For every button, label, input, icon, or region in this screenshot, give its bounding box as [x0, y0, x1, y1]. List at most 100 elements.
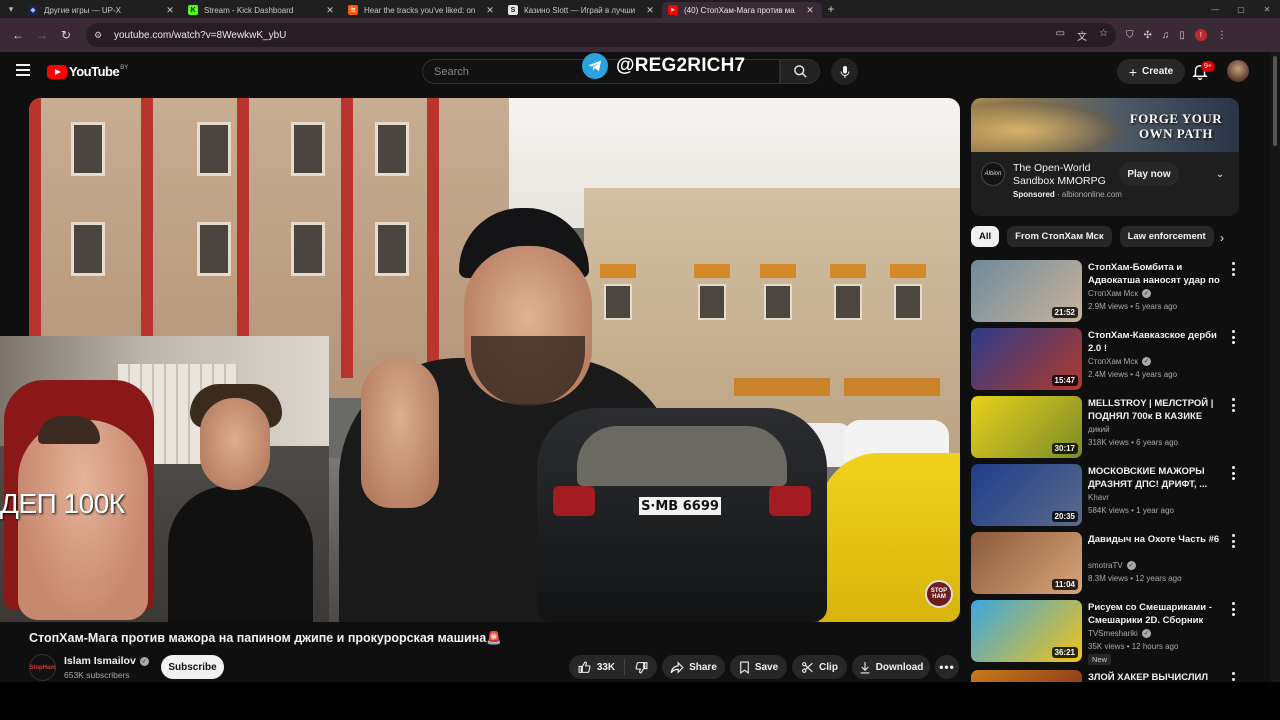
back-button[interactable]: ←	[6, 23, 30, 47]
browser-tab-active[interactable]: ▶ (40) СтопХам-Мага против ма ✕	[662, 2, 822, 18]
youtube-logo[interactable]: YouTube BY	[47, 64, 128, 79]
chevron-down-icon[interactable]: ⌄	[1212, 166, 1228, 182]
more-vertical-icon[interactable]	[1229, 672, 1237, 682]
profile-icon[interactable]: !	[1194, 29, 1207, 41]
recommended-video[interactable]: 15:47 СтопХам-Кавказское дерби 2.0 ! СтопХ…	[971, 328, 1239, 390]
video-duration: 36:21	[1051, 647, 1078, 658]
tab-close-icon[interactable]: ✕	[644, 5, 656, 16]
tab-close-icon[interactable]: ✕	[324, 5, 336, 16]
video-title[interactable]: Рисуем со Смешариками - Смешарики 2D. Сб…	[1088, 601, 1223, 627]
browser-tab[interactable]: K Stream - Kick Dashboard ✕	[182, 2, 342, 18]
ad-sponsored-line: Sponsored · albiononline.com	[1013, 190, 1122, 199]
more-vertical-icon[interactable]	[1229, 398, 1237, 412]
video-title[interactable]: Давидыч на Охоте Часть #6	[1088, 533, 1223, 546]
more-vertical-icon[interactable]	[1229, 330, 1237, 344]
browser-menu-icon[interactable]: ⋮	[1217, 30, 1227, 41]
media-icon[interactable]: ♫	[1162, 30, 1170, 41]
reload-button[interactable]: ↻	[54, 23, 78, 47]
translate-icon[interactable]: 文	[1077, 28, 1087, 43]
voice-search-button[interactable]	[831, 58, 858, 85]
advertiser-logo[interactable]: Albion	[981, 162, 1005, 186]
recommended-video[interactable]: ЗЛОЙ ХАКЕР ВЫЧИСЛИЛ	[971, 670, 1239, 682]
subscribe-button[interactable]: Subscribe	[161, 655, 224, 679]
more-vertical-icon[interactable]	[1229, 262, 1237, 276]
channel-name[interactable]: дикий	[1088, 425, 1110, 434]
channel-name[interactable]: Khavr	[1088, 493, 1109, 502]
like-button[interactable]: 33K	[569, 659, 625, 675]
forward-button[interactable]: →	[30, 23, 54, 47]
channel-name[interactable]: smotraTV ✓	[1088, 561, 1136, 570]
video-thumbnail[interactable]: 20:35	[971, 464, 1082, 526]
chevron-right-icon[interactable]: ›	[1214, 230, 1230, 246]
video-thumbnail[interactable]: 11:04	[971, 532, 1082, 594]
search-icon	[793, 65, 807, 78]
address-bar[interactable]: ⚙ youtube.com/watch?v=8WewkwK_ybU ▭ 文 ☆	[86, 23, 1116, 47]
recommended-video[interactable]: 21:52 СтопХам-Бомбита и Адвокатша наносят…	[971, 260, 1239, 322]
maximize-icon[interactable]: ▢	[1228, 5, 1254, 14]
channel-name[interactable]: СтопХам Мск ✓	[1088, 289, 1151, 298]
thumbs-up-icon	[578, 661, 591, 673]
recommended-video[interactable]: 20:35 МОСКОВСКИЕ МАЖОРЫ ДРАЗНЯТ ДПС! ДРИФ…	[971, 464, 1239, 526]
video-thumbnail[interactable]: 21:52	[971, 260, 1082, 322]
video-title[interactable]: СтопХам-Кавказское дерби 2.0 !	[1088, 329, 1223, 355]
sponsored-ad-card[interactable]: FORGE YOUR OWN PATH Albion The Open-Worl…	[971, 98, 1239, 216]
download-button[interactable]: Download	[852, 655, 930, 679]
tab-close-icon[interactable]: ✕	[804, 5, 816, 16]
more-vertical-icon[interactable]	[1229, 466, 1237, 480]
tab-close-icon[interactable]: ✕	[484, 5, 496, 16]
share-button[interactable]: Share	[662, 655, 725, 679]
video-thumbnail[interactable]	[971, 670, 1082, 682]
recommended-video[interactable]: 30:17 MELLSTROY | МЕЛСТРОЙ | ПОДНЯЛ 700к …	[971, 396, 1239, 458]
tab-close-icon[interactable]: ✕	[164, 5, 176, 16]
ad-banner-image[interactable]: FORGE YOUR OWN PATH	[971, 98, 1239, 152]
cast-icon[interactable]: ▭	[1056, 28, 1065, 43]
channel-name[interactable]: Islam Ismailov ✓	[64, 655, 149, 667]
side-panel-icon[interactable]: ▯	[1179, 30, 1185, 41]
upx-favicon-icon: ◆	[28, 5, 38, 15]
plus-icon: +	[1128, 63, 1138, 80]
page-scrollbar[interactable]	[1270, 52, 1280, 682]
menu-icon[interactable]	[16, 64, 30, 76]
channel-name[interactable]: TVSmeshariki ✓	[1088, 629, 1151, 638]
chip-law-enforcement[interactable]: Law enforcement	[1119, 226, 1214, 247]
dislike-button[interactable]	[625, 661, 657, 674]
video-thumbnail[interactable]: 15:47	[971, 328, 1082, 390]
shield-extension-icon[interactable]: ⛉	[1126, 30, 1134, 41]
account-avatar[interactable]	[1227, 60, 1249, 82]
close-window-icon[interactable]: ✕	[1254, 5, 1280, 14]
bookmark-star-icon[interactable]: ☆	[1099, 28, 1108, 43]
video-thumbnail[interactable]: 30:17	[971, 396, 1082, 458]
new-tab-button[interactable]: +	[822, 2, 840, 16]
search-button[interactable]	[780, 59, 820, 84]
extensions-area: ⛉ ✣ ♫ ▯ ! ⋮	[1126, 29, 1227, 41]
save-button[interactable]: Save	[730, 655, 787, 679]
recommended-video[interactable]: 36:21 Рисуем со Смешариками - Смешарики 2…	[971, 600, 1239, 665]
video-thumbnail[interactable]: 36:21	[971, 600, 1082, 662]
bookmark-icon	[739, 661, 749, 674]
browser-tab[interactable]: ≋ Hear the tracks you've liked: on ✕	[342, 2, 502, 18]
more-actions-button[interactable]: •••	[935, 655, 959, 679]
site-info-icon[interactable]: ⚙	[94, 30, 108, 41]
video-title[interactable]: МОСКОВСКИЕ МАЖОРЫ ДРАЗНЯТ ДПС! ДРИФТ, ..…	[1088, 465, 1223, 491]
create-button[interactable]: + Create	[1117, 59, 1185, 84]
ad-title[interactable]: The Open-World Sandbox MMORPG	[1013, 162, 1113, 188]
channel-name[interactable]: СтопХам Мск ✓	[1088, 357, 1151, 366]
video-title[interactable]: ЗЛОЙ ХАКЕР ВЫЧИСЛИЛ	[1088, 671, 1223, 682]
clip-button[interactable]: Clip	[792, 655, 847, 679]
chip-all[interactable]: All	[971, 226, 1000, 247]
url-text: youtube.com/watch?v=8WewkwK_ybU	[114, 29, 287, 41]
ad-play-now-button[interactable]: Play now	[1119, 162, 1179, 186]
browser-tab[interactable]: ◆ Другие игры — UP-X ✕	[22, 2, 182, 18]
channel-avatar[interactable]: StopHam	[29, 654, 56, 681]
tab-search-icon[interactable]: ▾	[0, 0, 22, 18]
browser-tab[interactable]: S Казино Slott — Играй в лучши ✕	[502, 2, 662, 18]
video-title[interactable]: MELLSTROY | МЕЛСТРОЙ | ПОДНЯЛ 700к В КАЗ…	[1088, 397, 1223, 423]
minimize-icon[interactable]: —	[1202, 5, 1228, 14]
video-title[interactable]: СтопХам-Бомбита и Адвокатша наносят удар…	[1088, 261, 1223, 287]
more-horizontal-icon: •••	[939, 660, 955, 674]
extensions-puzzle-icon[interactable]: ✣	[1144, 30, 1152, 41]
more-vertical-icon[interactable]	[1229, 534, 1237, 548]
chip-from-channel[interactable]: From СтопХам Мск	[1007, 226, 1112, 247]
more-vertical-icon[interactable]	[1229, 602, 1237, 616]
recommended-video[interactable]: 11:04 Давидыч на Охоте Часть #6 smotraTV ✓ 8…	[971, 532, 1239, 594]
